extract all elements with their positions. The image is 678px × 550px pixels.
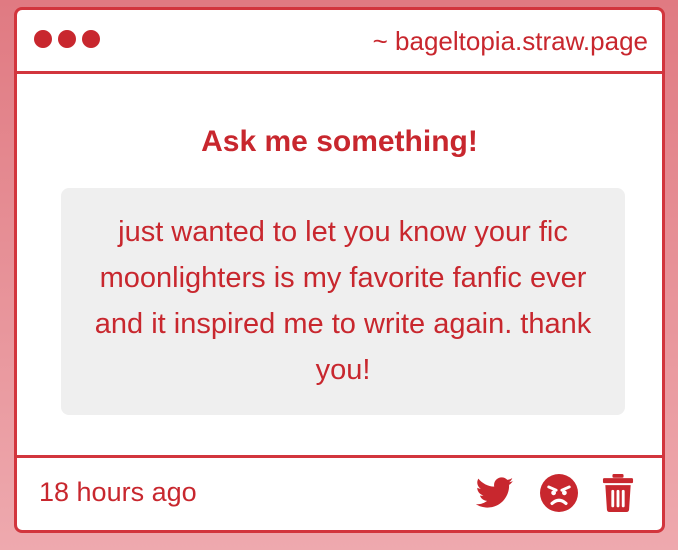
twitter-icon[interactable] (476, 477, 514, 509)
angry-face-icon[interactable] (540, 474, 578, 512)
ask-card: ~ bageltopia.straw.page Ask me something… (14, 7, 665, 533)
action-bar (476, 474, 634, 512)
page-title: Ask me something! (201, 125, 478, 158)
window-dots (34, 30, 100, 48)
card-header: ~ bageltopia.straw.page (17, 10, 662, 74)
window-dot (82, 30, 100, 48)
question-text: just wanted to let you know your fic moo… (61, 188, 625, 415)
card-footer: 18 hours ago (17, 455, 662, 530)
window-dot (34, 30, 52, 48)
window-dot (58, 30, 76, 48)
timestamp: 18 hours ago (39, 477, 197, 507)
trash-icon[interactable] (602, 474, 634, 512)
site-domain-link[interactable]: ~ bageltopia.straw.page (373, 24, 648, 58)
